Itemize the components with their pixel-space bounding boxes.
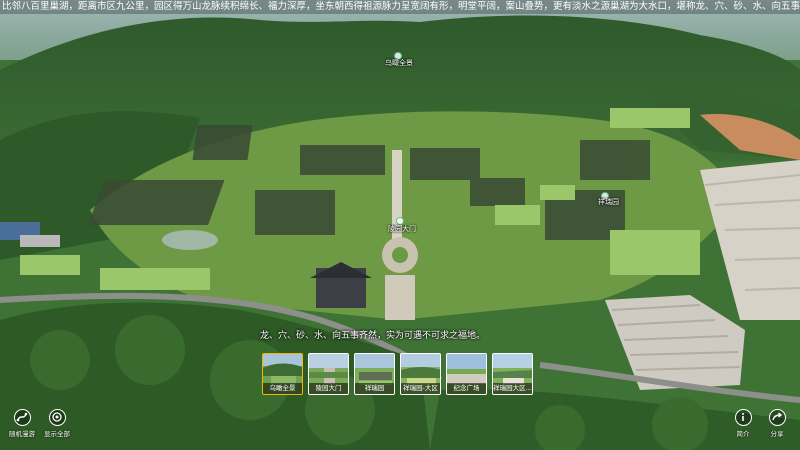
thumb-label: 祥瑞园 <box>355 383 394 394</box>
thumb-label: 乌瞰全景 <box>263 383 302 394</box>
hotspot-label-xiangrui[interactable]: 祥瑞园 <box>598 197 619 207</box>
route-icon <box>13 409 31 426</box>
thumb-label: 纪念广场 <box>447 383 486 394</box>
scene-thumbnail-bar: 乌瞰全景 陵园大门 祥瑞园 祥瑞园-大区 纪念广场 祥瑞园大区... <box>262 353 533 397</box>
scene-thumb-xiangrui-district-2[interactable]: 祥瑞园大区... <box>492 353 533 395</box>
hotspot-label-aerial[interactable]: 乌瞰全景 <box>385 58 413 68</box>
scene-thumb-xiangrui[interactable]: 祥瑞园 <box>354 353 395 395</box>
share-button[interactable]: 分享 <box>757 409 797 438</box>
show-all-label: 显示全部 <box>44 430 70 438</box>
info-icon <box>734 409 752 426</box>
share-icon <box>768 409 786 426</box>
intro-marquee: 比邻八百里巢湖，距离市区九公里，园区得万山龙脉续积绵长、福力深厚，坐东朝西得祖源… <box>0 0 800 14</box>
share-label: 分享 <box>770 430 784 438</box>
scene-caption: 龙、穴、砂、水、向五事齐然，实为可遇不可求之福地。 <box>260 331 486 341</box>
hotspot-label-gate[interactable]: 陵园大门 <box>388 224 416 234</box>
thumb-label: 祥瑞园-大区 <box>401 383 440 394</box>
random-tour-label: 随机漫游 <box>9 430 35 438</box>
scene-thumb-xiangrui-district[interactable]: 祥瑞园-大区 <box>400 353 441 395</box>
thumb-label: 祥瑞园大区... <box>493 383 532 394</box>
scene-thumb-gate[interactable]: 陵园大门 <box>308 353 349 395</box>
marquee-text: 比邻八百里巢湖，距离市区九公里，园区得万山龙脉续积绵长、福力深厚，坐东朝西得祖源… <box>2 1 800 12</box>
random-tour-button[interactable]: 随机漫游 <box>2 409 42 438</box>
scene-thumb-memorial-square[interactable]: 纪念广场 <box>446 353 487 395</box>
show-all-button[interactable]: 显示全部 <box>37 409 77 438</box>
scene-thumb-aerial[interactable]: 乌瞰全景 <box>262 353 303 395</box>
target-icon <box>48 409 66 426</box>
thumb-label: 陵园大门 <box>309 383 348 394</box>
